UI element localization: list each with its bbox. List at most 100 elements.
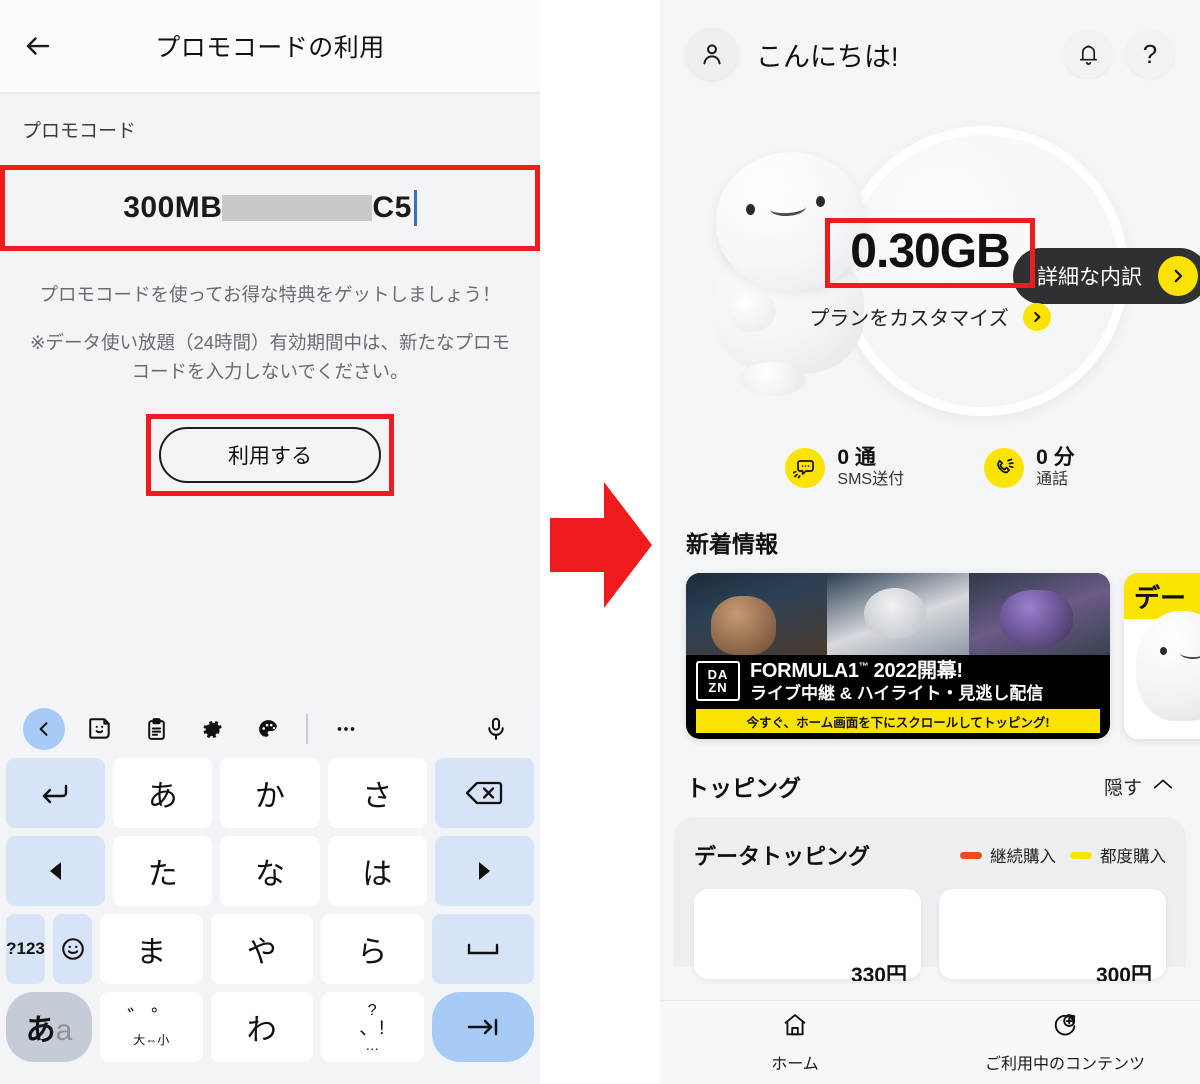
topping-hide-toggle[interactable]: 隠す — [1104, 773, 1174, 800]
key-ka[interactable]: か — [220, 758, 320, 828]
topping-section-title: トッピング — [686, 775, 801, 802]
metric-sms-label: SMS送付 — [837, 471, 905, 489]
data-topping-panel: データトッピング 継続購入 都度購入 330円 300円 — [674, 817, 1186, 981]
mascot-eye-right — [816, 196, 825, 207]
customize-plan-button[interactable]: プランをカスタマイズ — [660, 302, 1200, 331]
news-ribbon: 今すぐ、ホーム画面を下にスクロールしてトッピング! — [696, 709, 1100, 734]
key-ha[interactable]: は — [327, 836, 427, 906]
metric-call[interactable]: 0 分 通話 — [984, 446, 1075, 489]
news-photo-2 — [827, 573, 969, 656]
news-carousel[interactable]: DA ZN FORMULA1™ 2022開幕! ライブ中継 & ハイライト・見逃… — [660, 573, 1200, 740]
palette-icon[interactable] — [240, 707, 296, 751]
home-icon — [780, 1011, 810, 1044]
use-promo-button[interactable]: 利用する — [159, 427, 381, 484]
key-enter[interactable] — [431, 992, 534, 1062]
key-input-mode-toggle[interactable]: あa — [6, 992, 92, 1062]
mascot-eye-left — [746, 204, 755, 215]
topping-card-price: 330円 — [850, 964, 907, 982]
bell-icon[interactable] — [1064, 30, 1112, 78]
legend-swatch-onetime — [1070, 851, 1092, 859]
chevron-up-icon — [1152, 775, 1174, 797]
metric-call-label: 通話 — [1036, 471, 1069, 489]
key-cursor-right[interactable] — [434, 836, 535, 906]
back-arrow-icon[interactable] — [18, 26, 58, 66]
topping-panel-title: データトッピング — [694, 844, 871, 870]
more-dots-icon[interactable] — [318, 707, 374, 751]
mascot-character-icon — [1136, 611, 1200, 722]
legend-swatch-continuous — [960, 851, 982, 859]
topping-card[interactable]: 330円 — [694, 889, 921, 982]
data-value-block: 0.30GB プランをカスタマイズ — [660, 218, 1200, 331]
key-ma[interactable]: ま — [100, 914, 203, 984]
person-icon[interactable] — [686, 28, 738, 80]
keyboard-toolbar — [0, 700, 540, 758]
promo-code-prefix: 300MB — [123, 191, 223, 224]
promo-hint-primary: プロモコードを使ってお得な特典をゲットしましょう！ — [39, 284, 501, 305]
keyboard-back-button[interactable] — [16, 707, 72, 751]
topping-hide-label: 隠す — [1103, 777, 1142, 799]
nav-item-home[interactable]: ホーム — [660, 1011, 930, 1074]
nav-item-active-content[interactable]: ご利用中のコンテンツ — [930, 1011, 1200, 1074]
promo-hint-secondary: ※データ使い放題（24時間）有効期間中は、新たなプロモ コードを入力しないでくだ… — [0, 329, 540, 386]
data-remaining-value: 0.30GB — [850, 225, 1010, 278]
page-title: プロモコードの利用 — [155, 34, 385, 62]
key-cursor-left[interactable] — [6, 836, 106, 906]
right-arrow-icon — [546, 470, 656, 625]
key-symbols[interactable]: ?123 — [6, 914, 45, 984]
punct-mid: 、! — [359, 1017, 386, 1039]
clipboard-icon[interactable] — [128, 707, 184, 751]
key-a[interactable]: あ — [113, 758, 213, 828]
key-ta[interactable]: た — [113, 836, 213, 906]
news-headline-tm: ™ — [858, 661, 869, 673]
news-headline-main: FORMULA1 — [750, 660, 859, 683]
key-ya[interactable]: や — [210, 914, 313, 984]
header-actions: ? — [1064, 30, 1174, 78]
promo-code-suffix: C5 — [372, 191, 412, 224]
customize-plan-label: プランをカスタマイズ — [809, 308, 1009, 331]
punct-top: ? — [367, 1001, 377, 1019]
topping-card[interactable]: 300円 — [939, 889, 1166, 981]
key-ra[interactable]: ら — [321, 914, 424, 984]
keyboard-rows: あ か さ た な は ?123 ま や ら あ a ゛゜ 大⇔小 わ ? 、!… — [0, 758, 540, 1078]
key-undo[interactable] — [6, 758, 106, 828]
promo-input-wrap: 300MB C5 — [0, 165, 540, 251]
key-space[interactable] — [431, 914, 534, 984]
key-emoji[interactable] — [53, 914, 92, 984]
promo-form-body: プロモコード 300MB C5 プロモコードを使ってお得な特典をゲットしましょう… — [0, 94, 540, 702]
keyboard-row-1: あ か さ — [6, 758, 535, 828]
dakuten-glyph: ゛゜ 大⇔小 — [127, 1008, 175, 1047]
promo-app-bar: プロモコードの利用 — [0, 0, 540, 92]
promo-code-input[interactable]: 300MB C5 — [0, 165, 540, 251]
key-punctuation[interactable]: ? 、! … — [321, 992, 424, 1062]
news-card-text: DA ZN FORMULA1™ 2022開幕! ライブ中継 & ハイライト・見逃… — [686, 655, 1110, 704]
key-backspace[interactable] — [434, 758, 535, 828]
punct-glyph: ? 、! … — [359, 1001, 386, 1052]
dazn-logo-icon: DA ZN — [696, 661, 740, 702]
news-photo-3 — [968, 573, 1110, 656]
key-na[interactable]: な — [220, 836, 320, 906]
gear-icon[interactable] — [184, 707, 240, 751]
screenshot-root: プロモコードの利用 プロモコード 300MB C5 プロモコードを使ってお得な特… — [0, 0, 1200, 1084]
news-card-dazn[interactable]: DA ZN FORMULA1™ 2022開幕! ライブ中継 & ハイライト・見逃… — [686, 573, 1110, 740]
news-subhead: ライブ中継 & ハイライト・見逃し配信 — [750, 684, 1044, 704]
news-card-data[interactable]: デー — [1124, 573, 1200, 740]
topping-panel-header: データトッピング 継続購入 都度購入 — [694, 839, 1166, 871]
key-dakuten[interactable]: ゛゜ 大⇔小 — [100, 992, 203, 1062]
sticker-icon[interactable] — [72, 707, 128, 751]
metric-sms[interactable]: 0 通 SMS送付 — [785, 446, 904, 489]
home-header: こんにちは! ? — [660, 0, 1200, 108]
keyboard-row-3: ?123 ま や ら — [6, 914, 534, 984]
news-photo-1 — [686, 573, 828, 656]
input-mode-latin: a — [55, 1014, 73, 1047]
question-mark-icon[interactable]: ? — [1126, 30, 1174, 78]
dazn-line2: ZN — [708, 680, 728, 696]
key-wa[interactable]: わ — [210, 992, 313, 1062]
key-sa[interactable]: さ — [327, 758, 427, 828]
microphone-icon[interactable] — [468, 707, 524, 751]
call-icon — [984, 447, 1025, 488]
left-phone-screen: プロモコードの利用 プロモコード 300MB C5 プロモコードを使ってお得な特… — [0, 0, 540, 1084]
bottom-navigation: ホーム ご利用中のコンテンツ — [660, 1000, 1200, 1084]
annotation-box-submit: 利用する — [146, 414, 394, 497]
promo-hint-line1: ※データ使い放題（24時間）有効期間中は、新たなプロモ — [29, 332, 511, 353]
metric-call-text: 0 分 通話 — [1036, 446, 1075, 489]
